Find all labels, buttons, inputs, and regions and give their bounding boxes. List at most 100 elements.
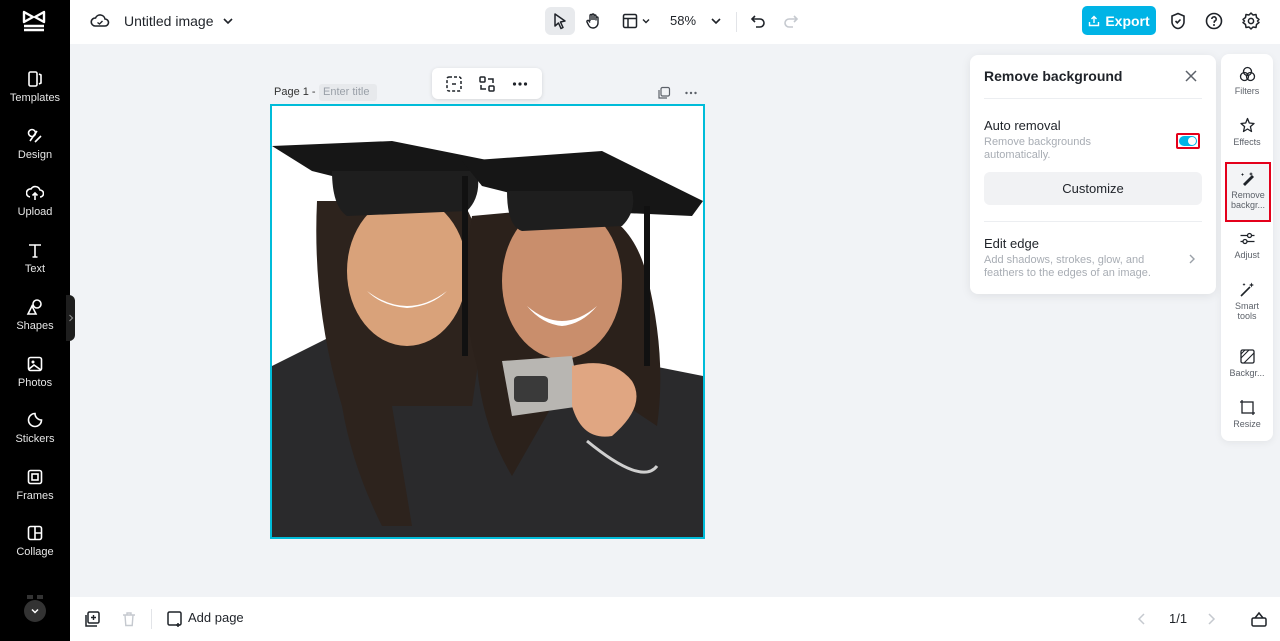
hand-tool-button[interactable] bbox=[578, 7, 608, 35]
rail-item-background[interactable]: Backgr... bbox=[1221, 348, 1273, 378]
bottom-bar: Add page 1/1 bbox=[70, 597, 1280, 641]
sidebar-item-shapes[interactable]: Shapes bbox=[0, 298, 70, 348]
toggle-knob bbox=[1188, 137, 1196, 145]
sidebar-item-design[interactable]: Design bbox=[0, 127, 70, 177]
frames-icon bbox=[27, 469, 43, 485]
replace-icon[interactable] bbox=[477, 74, 497, 94]
rail-item-label-2: tools bbox=[1237, 311, 1257, 321]
photos-icon bbox=[27, 356, 43, 372]
sidebar-item-upload[interactable]: Upload bbox=[0, 184, 70, 234]
chevron-down-icon[interactable] bbox=[709, 14, 723, 28]
trash-icon[interactable] bbox=[120, 610, 138, 628]
sidebar-item-stickers[interactable]: Stickers bbox=[0, 411, 70, 461]
auto-removal-description-2: automatically. bbox=[984, 149, 1051, 161]
divider bbox=[984, 221, 1202, 222]
more-icon[interactable] bbox=[510, 74, 530, 94]
chevron-right-icon[interactable] bbox=[1202, 610, 1220, 628]
background-icon bbox=[1239, 349, 1255, 364]
auto-removal-toggle[interactable] bbox=[1176, 133, 1200, 149]
rail-item-label: Remove bbox=[1231, 190, 1265, 200]
redo-icon bbox=[784, 15, 799, 28]
capcut-logo[interactable] bbox=[20, 8, 48, 34]
rail-item-label: Adjust bbox=[1234, 250, 1260, 260]
page-title-input[interactable]: Enter title bbox=[319, 84, 377, 101]
chevron-left-icon[interactable] bbox=[1133, 610, 1151, 628]
customize-button[interactable]: Customize bbox=[984, 172, 1202, 205]
sidebar-item-label: Frames bbox=[16, 490, 54, 502]
chevron-right-icon bbox=[1189, 254, 1195, 264]
sidebar-item-label: Collage bbox=[16, 546, 54, 558]
edit-edge-description-2: feathers to the edges of an image. bbox=[984, 267, 1151, 279]
divider bbox=[984, 98, 1202, 99]
toolbar-divider bbox=[736, 12, 737, 32]
sidebar-item-templates[interactable]: Templates bbox=[0, 70, 70, 120]
magic-eraser-icon bbox=[1240, 172, 1254, 186]
rail-item-label: Smart bbox=[1234, 301, 1259, 311]
undo-button[interactable] bbox=[743, 7, 773, 35]
text-icon bbox=[29, 244, 41, 258]
rail-item-label: Resize bbox=[1233, 419, 1261, 429]
sidebar-item-label: Stickers bbox=[15, 433, 55, 445]
sidebar-item-photos[interactable]: Photos bbox=[0, 355, 70, 405]
toggle-track bbox=[1179, 136, 1197, 146]
chevron-right-icon bbox=[68, 314, 73, 322]
hand-icon bbox=[586, 13, 599, 29]
filters-icon bbox=[1239, 66, 1255, 82]
left-sidebar: Templates Design Upload Text Shapes Phot… bbox=[0, 0, 70, 641]
redo-button[interactable] bbox=[776, 7, 806, 35]
document-title[interactable]: Untitled image bbox=[124, 13, 214, 29]
export-label: Export bbox=[1105, 12, 1150, 29]
copy-page-icon[interactable] bbox=[83, 610, 101, 628]
footer-divider bbox=[151, 609, 152, 629]
sidebar-item-label: Templates bbox=[9, 92, 61, 104]
undo-icon bbox=[750, 15, 765, 28]
stickers-icon bbox=[27, 412, 43, 428]
page-more-icon[interactable] bbox=[684, 86, 698, 100]
rail-item-label: Backgr... bbox=[1229, 368, 1265, 378]
zoom-level[interactable]: 58% bbox=[670, 13, 696, 28]
shield-icon[interactable] bbox=[1168, 11, 1188, 31]
canvas-image[interactable] bbox=[270, 104, 705, 539]
floating-toolbar bbox=[432, 68, 542, 99]
sidebar-item-label: Design bbox=[17, 149, 53, 161]
top-bar: Untitled image 58% Export bbox=[70, 0, 1280, 44]
rail-item-adjust[interactable]: Adjust bbox=[1221, 230, 1273, 260]
add-page-button[interactable]: Add page bbox=[188, 610, 244, 625]
sidebar-item-frames[interactable]: Frames bbox=[0, 468, 70, 518]
sidebar-item-text[interactable]: Text bbox=[0, 241, 70, 291]
duplicate-page-icon[interactable] bbox=[657, 86, 671, 100]
help-icon[interactable] bbox=[1204, 11, 1224, 31]
select-area-icon[interactable] bbox=[444, 74, 464, 94]
add-page-icon[interactable] bbox=[166, 610, 184, 628]
rail-item-remove-background[interactable]: Remove backgr... bbox=[1225, 162, 1271, 222]
rail-item-effects[interactable]: Effects bbox=[1221, 117, 1273, 147]
shapes-icon bbox=[26, 299, 42, 315]
effects-icon bbox=[1239, 117, 1255, 133]
expand-more-button[interactable] bbox=[24, 600, 46, 622]
graduates-photo bbox=[272, 106, 703, 537]
sidebar-item-label: Shapes bbox=[16, 320, 54, 332]
sidebar-item-label: Text bbox=[24, 263, 46, 275]
layout-icon bbox=[622, 13, 638, 29]
right-tool-rail: Filters Effects Remove backgr... Adjust … bbox=[1221, 54, 1273, 441]
page-manager-icon[interactable] bbox=[1250, 610, 1268, 628]
sidebar-item-label: Upload bbox=[17, 206, 53, 218]
templates-icon bbox=[28, 71, 42, 87]
select-tool-button[interactable] bbox=[545, 7, 575, 35]
rail-item-smart-tools[interactable]: Smart tools bbox=[1221, 281, 1273, 321]
magic-wand-icon bbox=[1239, 282, 1254, 297]
rail-item-label: Effects bbox=[1233, 137, 1261, 147]
close-icon[interactable] bbox=[1184, 69, 1198, 83]
auto-removal-label: Auto removal bbox=[984, 118, 1061, 133]
panel-title: Remove background bbox=[984, 68, 1123, 84]
rail-item-label: Filters bbox=[1234, 86, 1260, 96]
rail-item-resize[interactable]: Resize bbox=[1221, 399, 1273, 429]
export-button[interactable]: Export bbox=[1082, 6, 1156, 35]
sidebar-item-collage[interactable]: Collage bbox=[0, 524, 70, 574]
chevron-down-icon[interactable] bbox=[221, 14, 235, 28]
cloud-icon[interactable] bbox=[90, 11, 110, 31]
sidebar-collapse-handle[interactable] bbox=[66, 295, 75, 341]
layout-menu-button[interactable] bbox=[618, 7, 654, 35]
gear-icon[interactable] bbox=[1241, 11, 1261, 31]
rail-item-filters[interactable]: Filters bbox=[1221, 66, 1273, 96]
